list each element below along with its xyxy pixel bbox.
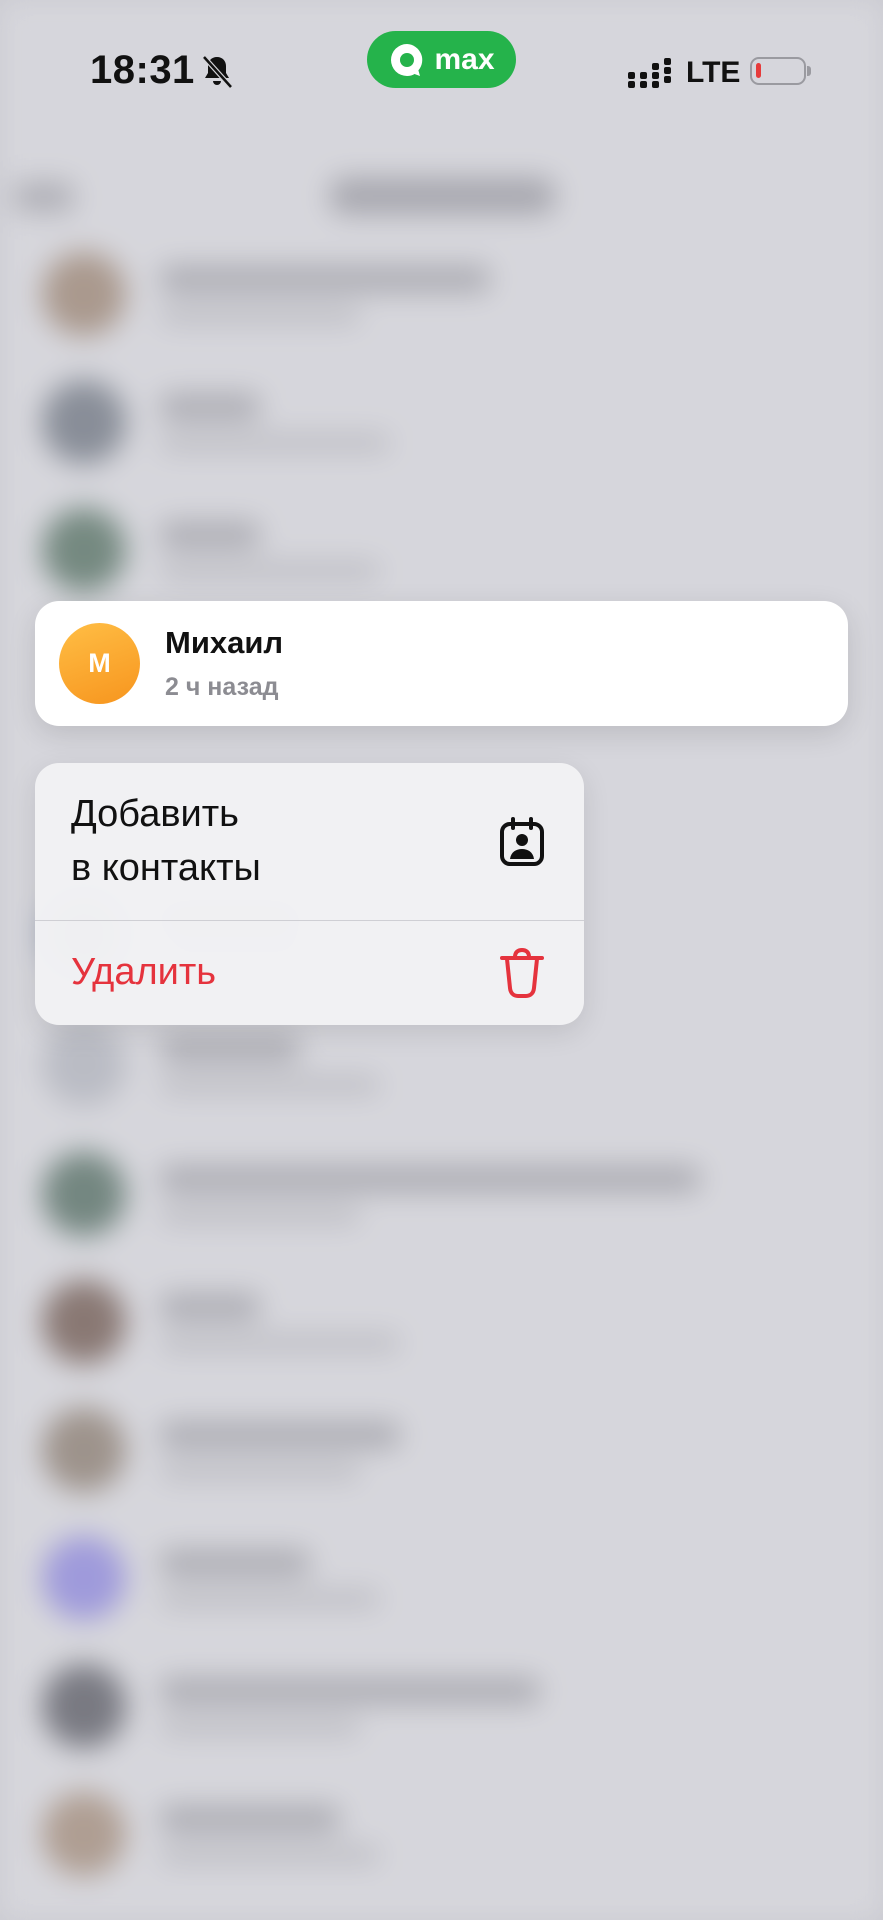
max-logo-icon bbox=[391, 43, 423, 76]
trash-icon bbox=[500, 948, 544, 998]
delete-label: Удалить bbox=[71, 951, 217, 993]
contact-preview-card[interactable]: М Михаил 2 ч назад bbox=[35, 601, 848, 726]
contact-name: Михаил bbox=[165, 625, 284, 660]
status-bar: 18:31 max LTE bbox=[0, 0, 883, 120]
add-to-contacts-label: Добавить в контакты bbox=[71, 793, 261, 889]
avatar: М bbox=[59, 623, 140, 704]
max-app-badge[interactable]: max bbox=[367, 31, 516, 88]
max-badge-label: max bbox=[434, 42, 495, 76]
bell-muted-icon bbox=[202, 55, 233, 89]
context-menu: Добавить в контакты Удалить bbox=[35, 763, 584, 1025]
battery-low-icon bbox=[750, 57, 806, 85]
delete-button[interactable]: Удалить bbox=[35, 921, 584, 1025]
battery-tip bbox=[807, 66, 811, 76]
status-time: 18:31 bbox=[90, 48, 195, 92]
contact-card-icon bbox=[500, 817, 544, 866]
signal-icon bbox=[628, 58, 671, 88]
add-to-contacts-button[interactable]: Добавить в контакты bbox=[35, 763, 584, 920]
last-seen: 2 ч назад bbox=[165, 673, 279, 701]
network-type: LTE bbox=[686, 56, 741, 89]
